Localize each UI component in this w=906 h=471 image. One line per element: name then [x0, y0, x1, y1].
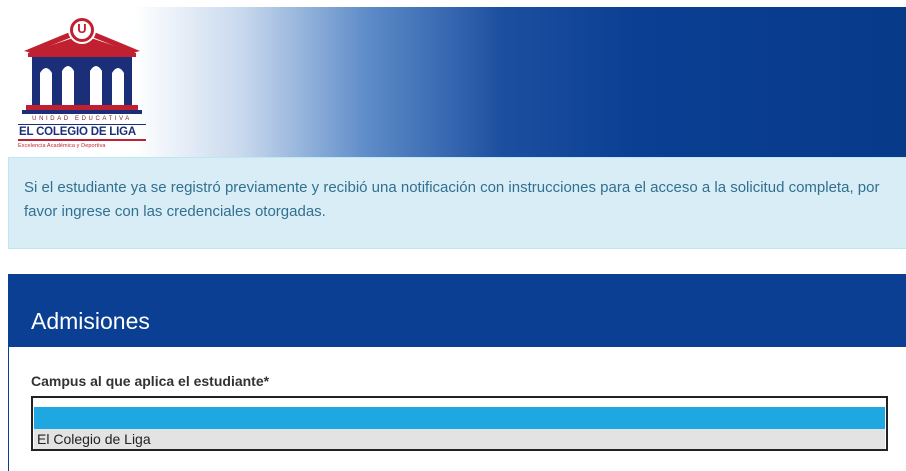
campus-select[interactable]: El Colegio de Liga [31, 396, 888, 451]
campus-option-el-colegio-de-liga[interactable]: El Colegio de Liga [34, 429, 885, 449]
campus-option-blank[interactable] [34, 407, 885, 429]
logo-tagline: Excelencia Académica y Deportiva [18, 143, 106, 149]
logo-subtitle: UNIDAD EDUCATIVA [32, 116, 132, 122]
logo-school-name: EL COLEGIO DE LIGA [18, 124, 146, 141]
admissions-panel: Admisiones Campus al que aplica el estud… [8, 274, 906, 471]
page-header: UNIDAD EDUCATIVA EL COLEGIO DE LIGA Exce… [8, 7, 906, 157]
campus-field-label: Campus al que aplica el estudiante* [31, 373, 270, 389]
admissions-title: Admisiones [9, 275, 906, 347]
logo-badge-letter: U [77, 21, 87, 36]
school-logo: UNIDAD EDUCATIVA EL COLEGIO DE LIGA Exce… [18, 13, 146, 155]
login-notice: Si el estudiante ya se registró previame… [8, 157, 906, 249]
login-notice-text: Si el estudiante ya se registró previame… [24, 179, 880, 220]
